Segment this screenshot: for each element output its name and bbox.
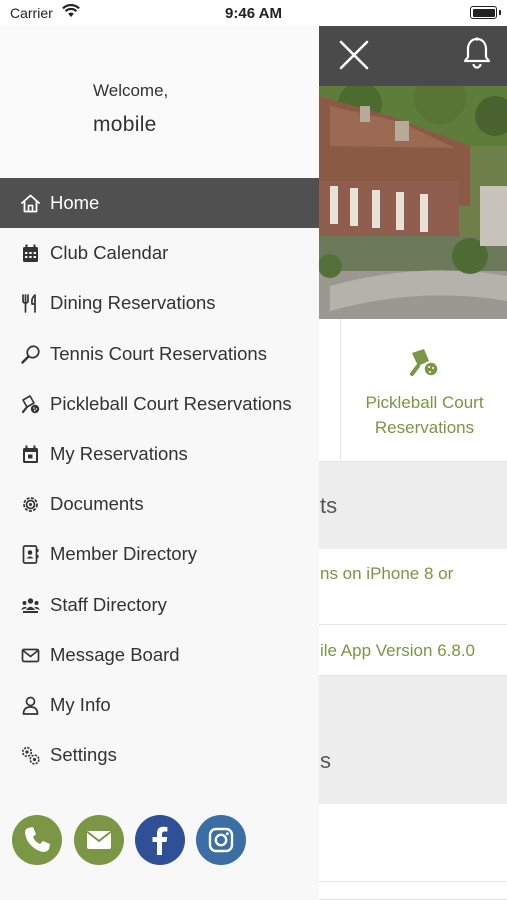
document-gear-icon — [20, 494, 41, 515]
menu-item-label: Staff Directory — [50, 593, 167, 615]
menu-item-label: Documents — [50, 493, 144, 515]
facebook-icon — [152, 826, 168, 855]
menu-item-label: Tennis Court Reservations — [50, 342, 267, 364]
envelope-icon — [20, 645, 41, 666]
section-title: s — [320, 748, 331, 773]
welcome-label: Welcome, — [93, 81, 169, 100]
menu-item-label: Message Board — [50, 643, 180, 665]
pickleball-icon — [408, 347, 440, 382]
menu-item-label: Member Directory — [50, 543, 197, 565]
staff-group-icon — [20, 595, 41, 616]
battery-nub — [499, 10, 501, 15]
instagram-button[interactable] — [196, 815, 246, 865]
status-bar: Carrier 9:46 AM — [0, 0, 507, 26]
facebook-button[interactable] — [135, 815, 185, 865]
clock: 9:46 AM — [225, 5, 282, 22]
menu-item-message-board[interactable]: Message Board — [0, 630, 319, 680]
email-icon — [86, 831, 112, 849]
menu-item-label: Settings — [50, 744, 117, 766]
tennis-racket-icon — [20, 344, 41, 365]
menu-item-home[interactable]: Home — [0, 178, 319, 229]
menu-item-label: My Reservations — [50, 442, 188, 464]
quick-link-pickleball[interactable]: Pickleball Court Reservations — [340, 319, 507, 462]
close-icon[interactable] — [337, 38, 371, 72]
menu-item-settings[interactable]: Settings — [0, 730, 319, 780]
menu-item-member-directory[interactable]: Member Directory — [0, 529, 319, 579]
gears-icon — [20, 745, 41, 766]
menu-item-label: My Info — [50, 693, 111, 715]
menu-item-my-reservations[interactable]: My Reservations — [0, 429, 319, 479]
calendar-check-icon — [20, 444, 41, 465]
user-icon — [20, 695, 41, 716]
menu-item-my-info[interactable]: My Info — [0, 680, 319, 730]
email-button[interactable] — [74, 815, 124, 865]
pickleball-icon — [20, 394, 41, 415]
home-icon — [20, 193, 41, 214]
menu-item-documents[interactable]: Documents — [0, 479, 319, 529]
username-label: mobile — [93, 113, 157, 136]
menu-item-staff-directory[interactable]: Staff Directory — [0, 580, 319, 630]
menu-item-label: Dining Reservations — [50, 292, 216, 314]
calendar-icon — [20, 243, 41, 264]
menu-item-club-calendar[interactable]: Club Calendar — [0, 228, 319, 278]
phone-button[interactable] — [12, 815, 62, 865]
menu-item-tennis-court-reservations[interactable]: Tennis Court Reservations — [0, 329, 319, 379]
list-item-title: ns on iPhone 8 or — [320, 564, 454, 583]
section-title: ts — [320, 493, 338, 518]
bell-icon[interactable] — [461, 36, 493, 70]
menu-item-label: Club Calendar — [50, 242, 169, 264]
fork-knife-icon — [20, 293, 41, 314]
phone-icon — [25, 827, 50, 852]
menu-item-dining-reservations[interactable]: Dining Reservations — [0, 278, 319, 328]
side-drawer: Welcome, mobile Home Club Calendar Dinin… — [0, 26, 319, 900]
menu-item-pickleball-court-reservations[interactable]: Pickleball Court Reservations — [0, 379, 319, 429]
menu-item-label: Home — [50, 192, 100, 213]
quick-link-label: Pickleball Court Reservations — [365, 393, 484, 437]
instagram-icon — [208, 827, 234, 853]
battery-icon — [470, 6, 497, 19]
menu-item-label: Pickleball Court Reservations — [50, 392, 292, 414]
contact-book-icon — [20, 544, 41, 565]
list-item-title: ile App Version 6.8.0 — [320, 641, 476, 660]
social-links — [12, 815, 272, 867]
welcome-panel: Welcome, mobile — [0, 26, 319, 178]
drawer-menu: Home Club Calendar Dining Reservations T… — [0, 178, 319, 780]
